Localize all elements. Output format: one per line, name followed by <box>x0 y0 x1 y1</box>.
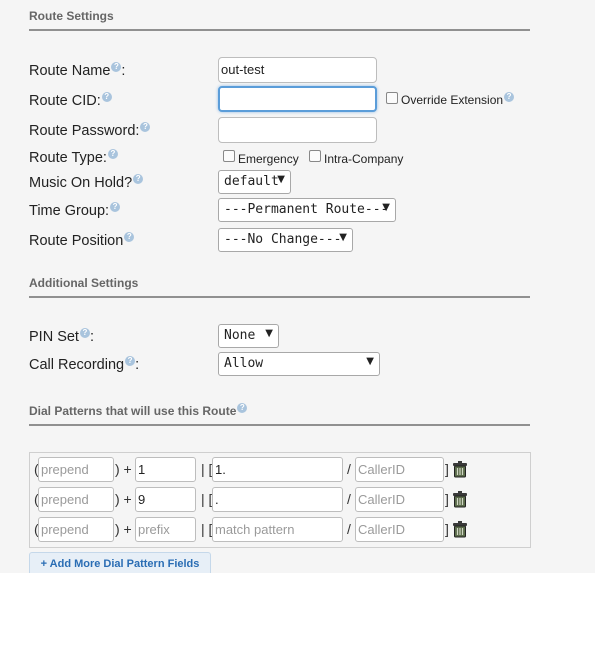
section-divider <box>29 424 530 426</box>
route-type-label: Route Type:? <box>29 149 118 166</box>
route-password-input[interactable] <box>218 117 377 143</box>
match-pattern-input[interactable]: 1. <box>212 457 343 482</box>
close-bracket: ] <box>445 491 449 507</box>
time-group-select[interactable]: ---Permanent Route--- ▼ <box>218 198 396 222</box>
add-dial-pattern-button[interactable]: + Add More Dial Pattern Fields <box>29 552 211 573</box>
slash-separator: / <box>347 491 351 507</box>
prefix-input[interactable]: 9 <box>135 487 196 512</box>
help-icon[interactable]: ? <box>111 62 122 72</box>
intra-company-label: Intra-Company <box>324 152 404 166</box>
help-icon[interactable]: ? <box>107 149 118 159</box>
time-group-label: Time Group:? <box>29 202 121 219</box>
plus-separator: ) + <box>115 521 132 537</box>
route-settings-title: Route Settings <box>29 9 114 23</box>
override-extension-checkbox[interactable] <box>386 92 398 104</box>
callerid-input[interactable]: CallerID <box>355 457 444 482</box>
dial-pattern-row: (prepend) +1 | [1. / CallerID] <box>30 457 530 483</box>
trash-icon[interactable] <box>452 461 468 478</box>
trash-icon[interactable] <box>452 491 468 508</box>
music-on-hold-select[interactable]: default ▼ <box>218 170 291 194</box>
emergency-checkbox[interactable] <box>223 150 235 162</box>
override-extension-label: Override Extension? <box>401 92 515 107</box>
route-settings-panel: Route Settings Route Name?: out-test Rou… <box>0 0 595 573</box>
chevron-down-icon: ▼ <box>265 328 273 339</box>
chevron-down-icon: ▼ <box>382 202 390 213</box>
trash-icon[interactable] <box>452 521 468 538</box>
chevron-down-icon: ▼ <box>366 356 374 367</box>
dial-pattern-row: (prepend) +9 | [. / CallerID] <box>30 487 530 513</box>
emergency-label: Emergency <box>238 152 299 166</box>
help-icon[interactable]: ? <box>124 232 135 242</box>
route-cid-label: Route CID:? <box>29 92 112 109</box>
route-name-label: Route Name?: <box>29 62 126 79</box>
section-divider <box>29 29 530 31</box>
help-icon[interactable]: ? <box>79 328 90 338</box>
match-pattern-input[interactable]: . <box>212 487 343 512</box>
bracket-separator: | [ <box>201 491 213 507</box>
route-position-select[interactable]: ---No Change--- ▼ <box>218 228 353 252</box>
chevron-down-icon: ▼ <box>277 174 285 185</box>
prepend-input[interactable]: prepend <box>38 457 114 482</box>
route-name-input[interactable]: out-test <box>218 57 377 83</box>
intra-company-checkbox[interactable] <box>309 150 321 162</box>
dial-pattern-row: (prepend) + prefix | [match pattern / Caller… <box>30 517 530 543</box>
match-pattern-input[interactable]: match pattern <box>212 517 343 542</box>
dial-pattern-table: (prepend) +1 | [1. / CallerID](prepend) +9 |… <box>29 452 531 548</box>
route-cid-input[interactable] <box>218 86 377 112</box>
close-bracket: ] <box>445 521 449 537</box>
call-recording-select[interactable]: Allow ▼ <box>218 352 380 376</box>
bracket-separator: | [ <box>201 521 213 537</box>
slash-separator: / <box>347 461 351 477</box>
help-icon[interactable]: ? <box>504 92 515 102</box>
route-password-label: Route Password:? <box>29 122 151 139</box>
plus-separator: ) + <box>115 491 132 507</box>
plus-separator: ) + <box>115 461 132 477</box>
help-icon[interactable]: ? <box>125 356 136 366</box>
additional-settings-title: Additional Settings <box>29 276 139 290</box>
slash-separator: / <box>347 521 351 537</box>
call-recording-label: Call Recording?: <box>29 356 140 373</box>
music-on-hold-label: Music On Hold?? <box>29 174 144 191</box>
help-icon[interactable]: ? <box>101 92 112 102</box>
section-divider <box>29 296 530 298</box>
close-bracket: ] <box>445 461 449 477</box>
route-position-label: Route Position? <box>29 232 135 249</box>
dial-patterns-title: Dial Patterns that will use this Route? <box>29 403 248 418</box>
pin-set-select[interactable]: None ▼ <box>218 324 279 348</box>
prepend-input[interactable]: prepend <box>38 487 114 512</box>
pin-set-label: PIN Set?: <box>29 328 94 345</box>
callerid-input[interactable]: CallerID <box>355 517 444 542</box>
help-icon[interactable]: ? <box>140 122 151 132</box>
help-icon[interactable]: ? <box>133 174 144 184</box>
chevron-down-icon: ▼ <box>339 232 347 243</box>
prefix-input[interactable]: 1 <box>135 457 196 482</box>
prepend-input[interactable]: prepend <box>38 517 114 542</box>
help-icon[interactable]: ? <box>237 403 248 413</box>
prefix-input[interactable]: prefix <box>135 517 196 542</box>
callerid-input[interactable]: CallerID <box>355 487 444 512</box>
bracket-separator: | [ <box>201 461 213 477</box>
help-icon[interactable]: ? <box>110 202 121 212</box>
